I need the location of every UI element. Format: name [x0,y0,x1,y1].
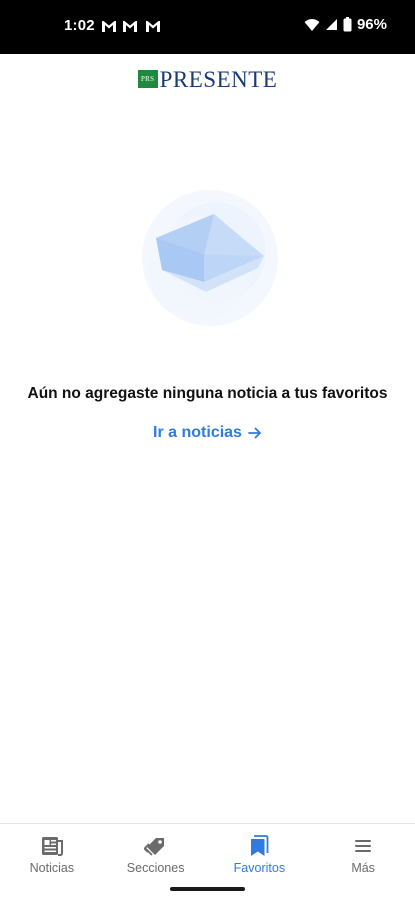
go-to-news-label: Ir a noticias [153,424,242,441]
bookmark-icon [251,835,269,856]
menu-icon [355,840,372,852]
nav-item-noticias[interactable]: Noticias [0,824,104,880]
nav-label-mas: Más [351,861,375,875]
nav-label-secciones: Secciones [126,861,185,875]
app-logo[interactable]: PRS PRESENTE [137,66,278,92]
logo-badge: PRS [137,70,158,88]
signal-icon [325,19,337,30]
status-time: 1:02 [64,17,95,34]
battery-icon [343,17,352,32]
nav-item-favoritos[interactable]: Favoritos [208,824,312,880]
status-bar: 1:02 96% [0,0,415,54]
bottom-navigation: Noticias Secciones Favoritos Más [0,823,415,880]
empty-favorites-message: Aún no agregaste ninguna noticia a tus f… [27,385,388,402]
gesture-navigation-bar[interactable] [170,887,245,891]
arrow-right-icon [248,427,261,439]
tags-icon [143,838,164,856]
nav-item-secciones[interactable]: Secciones [104,824,208,880]
app-header: PRS PRESENTE [0,54,415,104]
gmail-icon [123,21,137,32]
go-to-news-link[interactable]: Ir a noticias [0,424,415,442]
nav-item-mas[interactable]: Más [311,824,415,880]
logo-text: PRESENTE [159,66,278,92]
battery-percentage: 96% [356,16,387,33]
envelope-illustration [142,190,278,326]
newspaper-icon [41,837,63,856]
nav-label-noticias: Noticias [29,861,75,875]
gmail-icon [102,21,116,32]
status-right-group: 96% [304,16,387,33]
wifi-icon [304,18,320,31]
gmail-icon [146,21,160,32]
nav-label-favoritos: Favoritos [233,861,286,875]
